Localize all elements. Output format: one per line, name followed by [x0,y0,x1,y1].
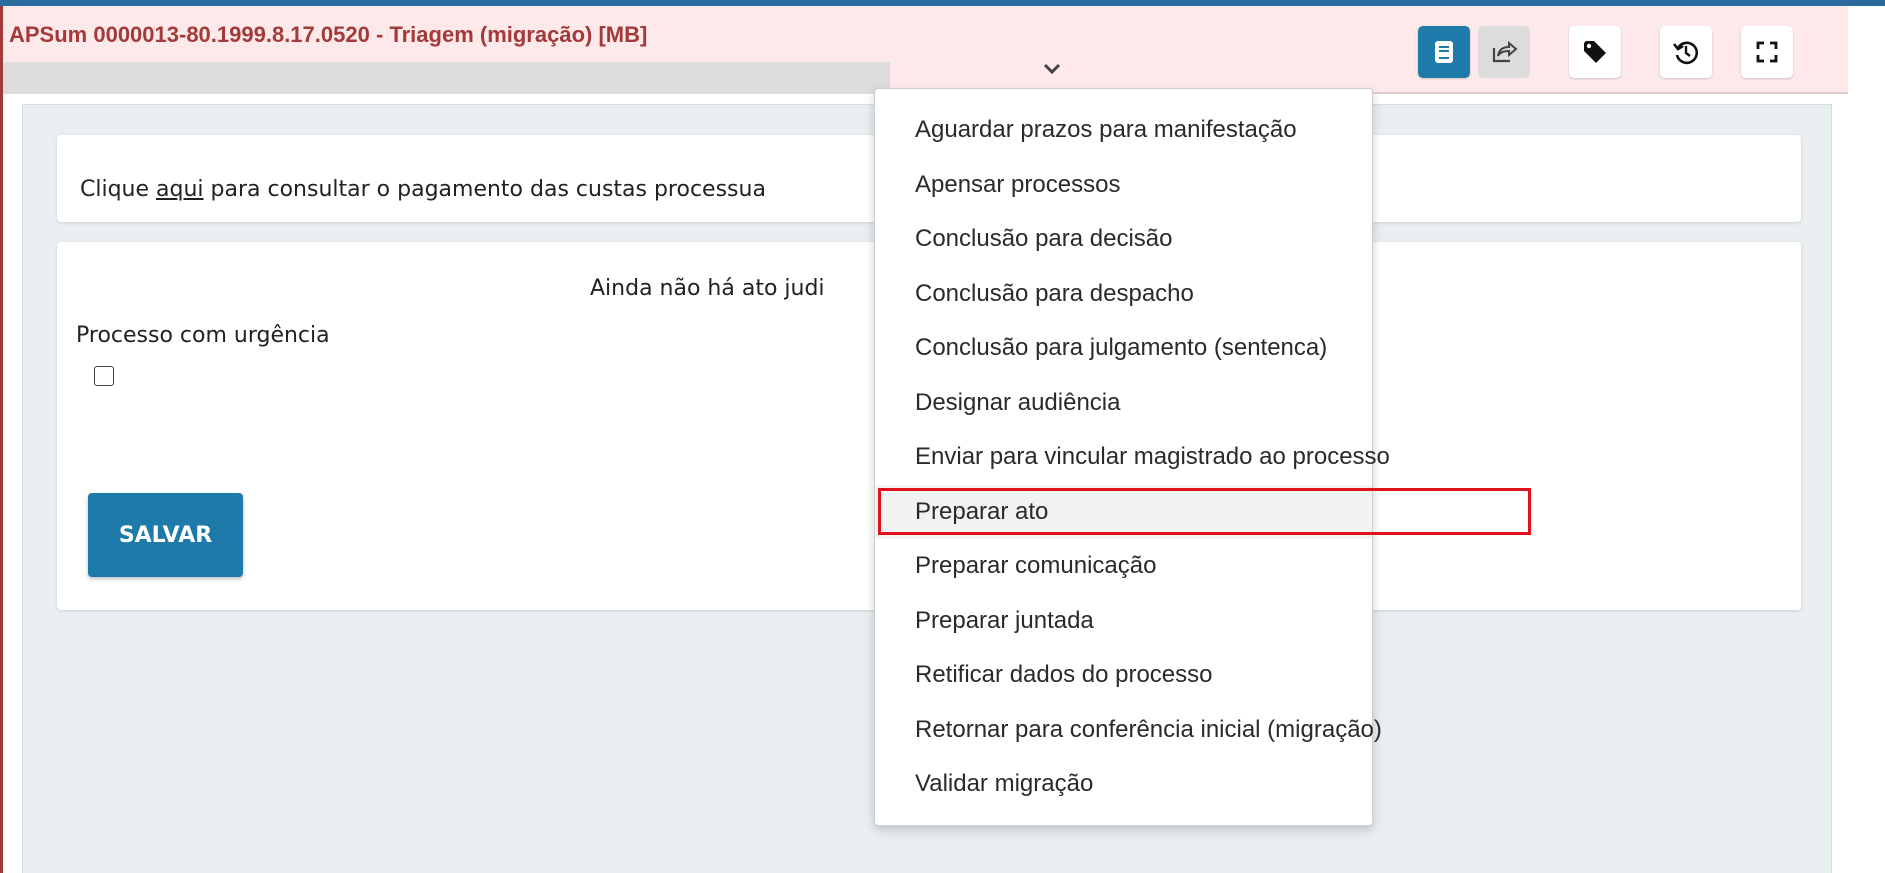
urgency-checkbox[interactable] [94,366,114,386]
history-icon [1672,41,1698,65]
page-title: APSum 0000013-80.1999.8.17.0520 - Triage… [9,22,648,47]
menu-item[interactable]: Designar audiência [875,376,1372,431]
fullscreen-icon [1756,41,1778,63]
menu-item[interactable]: Retornar para conferência inicial (migra… [875,703,1382,758]
menu-item[interactable]: Conclusão para despacho [875,267,1372,322]
consult-payment-link[interactable]: aqui [156,177,204,202]
save-button[interactable]: SALVAR [88,493,243,577]
menu-item[interactable]: Preparar ato [875,484,1372,539]
menu-item[interactable]: Preparar comunicação [875,539,1372,594]
fullscreen-button[interactable] [1741,26,1793,78]
document-icon [1435,41,1453,63]
history-button[interactable] [1660,26,1712,78]
menu-item[interactable]: Enviar para vincular magistrado ao proce… [875,430,1390,485]
menu-item[interactable]: Validar migração [875,757,1372,812]
urgency-label: Processo com urgência [76,323,330,348]
tag-icon [1584,41,1606,63]
menu-item[interactable]: Conclusão para julgamento (sentenca) [875,321,1372,376]
menu-item[interactable]: Retificar dados do processo [875,648,1372,703]
menu-item[interactable]: Apensar processos [875,158,1372,213]
transition-dropdown-menu: Aguardar prazos para manifestação Apensar… [874,88,1390,826]
left-accent-border [0,6,3,873]
menu-item[interactable]: Aguardar prazos para manifestação [875,103,1372,158]
document-button[interactable] [1418,26,1470,78]
menu-item[interactable]: Conclusão para decisão [875,212,1372,267]
share-button[interactable] [1478,26,1530,78]
header-subbar [3,62,890,94]
info-suffix: para consultar o pagamento das custas pr… [203,177,766,202]
chevron-down-icon[interactable] [1042,62,1062,76]
no-judicial-act-notice: Ainda não há ato judi [590,276,825,301]
share-icon [1492,40,1518,63]
info-prefix: Clique [80,177,157,202]
menu-item[interactable]: Preparar juntada [875,594,1372,649]
payment-info-text: Clique aqui para consultar o pagamento d… [80,177,766,202]
tag-button[interactable] [1569,26,1621,78]
menu-list: Aguardar prazos para manifestação Apensar… [875,103,1390,812]
